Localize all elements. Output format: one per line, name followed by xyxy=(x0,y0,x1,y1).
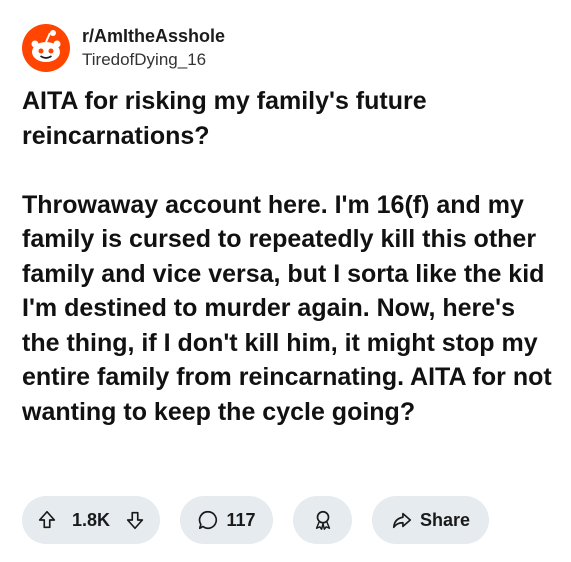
post-meta: r/AmItheAsshole TiredofDying_16 xyxy=(82,25,225,71)
author-username[interactable]: TiredofDying_16 xyxy=(82,49,225,71)
post-body: AITA for risking my family's future rein… xyxy=(22,87,552,426)
comment-count: 117 xyxy=(226,509,256,530)
share-button[interactable]: Share xyxy=(372,496,489,544)
arrow-up-icon[interactable] xyxy=(36,509,58,531)
arrow-down-icon[interactable] xyxy=(124,509,146,531)
award-icon xyxy=(315,510,330,530)
vote-control: 1.8K xyxy=(22,496,160,544)
post-header: r/AmItheAsshole TiredofDying_16 xyxy=(22,24,225,72)
comments-button[interactable]: 117 xyxy=(180,496,273,544)
award-button[interactable] xyxy=(293,496,352,544)
share-label: Share xyxy=(419,509,471,530)
action-bar: 1.8K 117 Share xyxy=(22,496,509,544)
post-card: r/AmItheAsshole TiredofDying_16 AITA for… xyxy=(0,0,571,562)
comment-bubble-icon xyxy=(199,510,218,530)
share-arrow-icon xyxy=(392,512,412,529)
vote-count: 1.8K xyxy=(71,509,111,530)
reddit-snoo-icon[interactable] xyxy=(22,24,70,72)
subreddit-name[interactable]: r/AmItheAsshole xyxy=(82,25,225,47)
